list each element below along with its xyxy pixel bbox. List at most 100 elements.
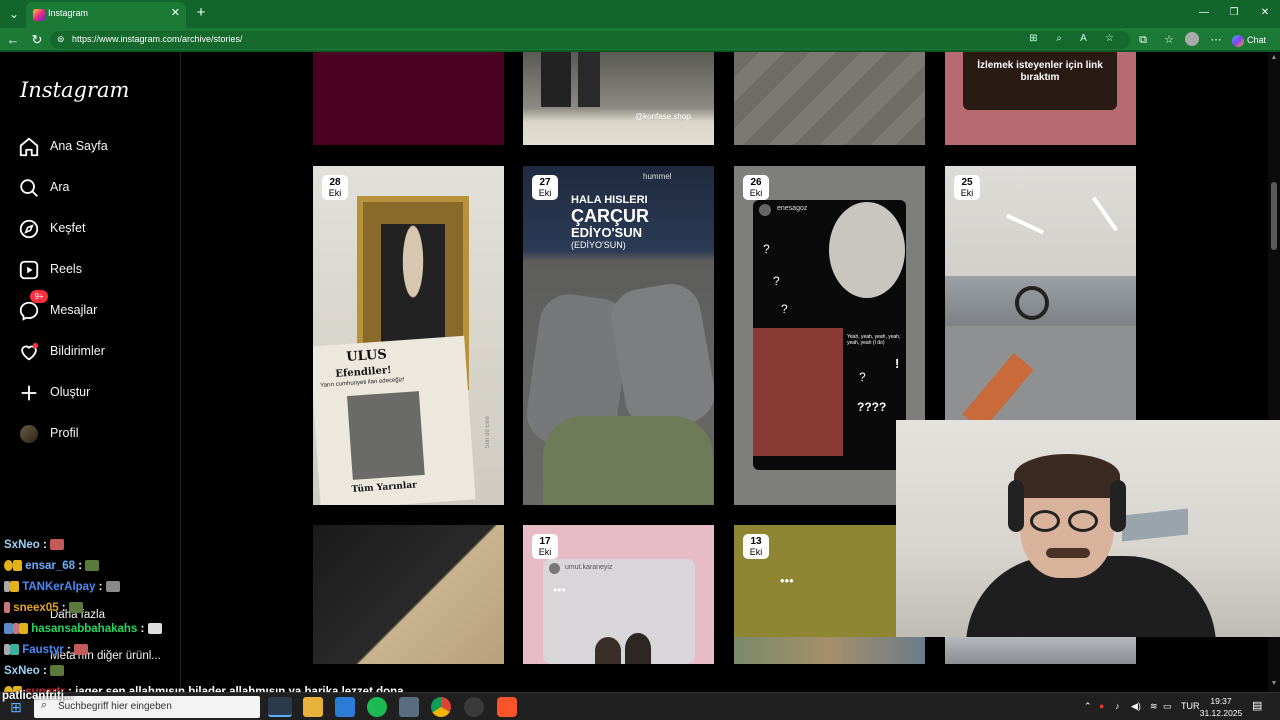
browser-tab-instagram[interactable]: Instagram ✕ xyxy=(26,2,186,28)
nav-label-create: Oluştur xyxy=(50,385,91,399)
wall-decor xyxy=(1122,508,1188,542)
story-date-badge: 26 Eki xyxy=(743,175,769,200)
tray-app-icon[interactable]: ● xyxy=(1099,701,1104,711)
messenger-icon xyxy=(19,301,39,321)
friends-photo xyxy=(753,328,843,456)
profile-avatar xyxy=(20,425,38,443)
nav-item-search[interactable]: Ara xyxy=(18,173,178,203)
extensions-icon[interactable]: ⧉ xyxy=(1134,31,1152,49)
newspaper-title: ULUS xyxy=(345,347,388,366)
story-brand: hummel xyxy=(643,172,672,181)
date-month: Eki xyxy=(328,188,342,198)
refresh-button[interactable]: ↻ xyxy=(28,31,46,49)
badge-icon xyxy=(4,623,13,635)
chat-message: ensar_68 : xyxy=(4,560,100,572)
scroll-thumb[interactable] xyxy=(1271,182,1277,250)
nav-item-profile[interactable]: Profil xyxy=(18,419,178,449)
notifications-icon[interactable]: ▤ xyxy=(1252,699,1262,712)
exclamation: ! xyxy=(895,356,900,371)
chat-message: sneex05 : xyxy=(4,602,83,614)
nav-item-notifications[interactable]: Bildirimler xyxy=(18,337,178,367)
chat-message: SxNeo : xyxy=(4,539,65,551)
story-tile-27[interactable]: hummel HALA HISLERI ÇARÇUR EDİYO'SUN (ED… xyxy=(523,166,714,505)
nav-item-create[interactable]: Oluştur xyxy=(18,378,178,408)
story-tile-row2-4[interactable] xyxy=(945,636,1136,664)
new-tab-button[interactable]: + xyxy=(192,4,210,22)
instagram-logo[interactable]: Instagram xyxy=(20,78,129,102)
heart-icon xyxy=(21,342,39,361)
file-explorer-icon[interactable] xyxy=(303,697,323,717)
date-day: 27 xyxy=(539,177,551,188)
story-date-badge: 17 Eki xyxy=(532,534,558,559)
story-photo-legs xyxy=(541,52,571,107)
restore-button[interactable]: ❐ xyxy=(1219,4,1249,22)
badge-icon xyxy=(19,623,28,635)
minimize-button[interactable]: — xyxy=(1189,4,1219,22)
date-month: Eki xyxy=(749,188,763,198)
brave-icon[interactable] xyxy=(497,697,517,717)
chat-username: Faustyr xyxy=(22,644,64,656)
network-icon[interactable]: ≋ xyxy=(1150,701,1158,712)
instagram-favicon-icon xyxy=(33,9,45,21)
chat-username: sneex05 xyxy=(13,602,59,614)
calculator-icon[interactable] xyxy=(399,697,419,717)
microphone-icon[interactable]: ♪ xyxy=(1115,701,1120,711)
story-tile-17[interactable]: umut.karaneyiz ••• 17 Eki xyxy=(523,525,714,664)
battery-icon[interactable]: ▭ xyxy=(1163,701,1172,712)
headset-left xyxy=(1008,480,1024,532)
story-tile-top-1[interactable] xyxy=(313,52,504,145)
nav-item-messages[interactable]: 9+ Mesajlar xyxy=(18,290,178,326)
date-day: 17 xyxy=(539,536,551,547)
profile-avatar-icon[interactable] xyxy=(1185,32,1199,46)
story-tile-28[interactable]: ULUS Efendiler! Yarın cumhuriyeti ilan e… xyxy=(313,166,504,505)
story-tile-top-4[interactable]: İzlemek isteyenler için link bıraktım xyxy=(945,52,1136,145)
mustache xyxy=(1046,548,1090,558)
date-day: 26 xyxy=(750,177,762,188)
more-menu-icon[interactable]: ⋯ xyxy=(1207,31,1225,49)
story-text-line2: ÇARÇUR xyxy=(571,206,649,226)
mirror-frame: umut.karaneyiz ••• xyxy=(543,559,695,664)
site-info-icon[interactable]: ⊜ xyxy=(57,34,65,45)
address-bar-action-icons[interactable]: ⊞ ⌕ A ☆ xyxy=(1029,33,1122,44)
repost-card: enesagoz ? ? ? Yeah, yeah, yeah, yeah, y… xyxy=(753,200,906,470)
home-icon xyxy=(19,137,39,157)
story-date-badge: 27 Eki xyxy=(532,175,558,200)
nav-label-search: Ara xyxy=(50,180,70,194)
nav-item-home[interactable]: Ana Sayfa xyxy=(18,132,178,162)
story-tile-top-3[interactable] xyxy=(734,52,925,145)
nav-item-explore[interactable]: Keşfet xyxy=(18,214,178,244)
close-window-button[interactable]: ✕ xyxy=(1250,4,1280,22)
chrome-icon[interactable] xyxy=(431,697,451,717)
story-tile-top-2[interactable]: @konfase.shop xyxy=(523,52,714,145)
date-day: 28 xyxy=(329,177,341,188)
story-date-badge: 13 Eki xyxy=(743,534,769,559)
back-button[interactable]: ← xyxy=(4,31,22,49)
question-mark-1: ? xyxy=(763,242,770,256)
favorites-icon[interactable]: ☆ xyxy=(1160,31,1178,49)
volume-icon[interactable]: ◀) xyxy=(1131,701,1141,712)
story-caption: İzlemek isteyenler için link bıraktım xyxy=(977,60,1103,83)
scroll-down-icon[interactable]: ▼ xyxy=(1268,680,1280,687)
story-text-line3: EDİYO'SUN xyxy=(571,225,642,240)
tab-actions-chevron-icon[interactable]: ⌄ xyxy=(4,4,24,24)
obs-icon[interactable] xyxy=(464,697,484,717)
badge-icon xyxy=(4,602,10,614)
edge-taskbar-icon[interactable] xyxy=(268,697,292,717)
story-photo-strip xyxy=(734,637,925,664)
nav-item-reels[interactable]: Reels xyxy=(18,255,178,285)
chat-message: hasansabbahakahs : xyxy=(4,623,162,635)
browser-toolbar: ← ↻ ⊜ https://www.instagram.com/archive/… xyxy=(0,28,1280,52)
person-head xyxy=(595,637,621,664)
tab-close-icon[interactable]: ✕ xyxy=(171,6,180,19)
scroll-up-icon[interactable]: ▲ xyxy=(1268,54,1280,61)
copilot-chat-button[interactable]: Chat xyxy=(1232,31,1276,49)
repost-username: umut.karaneyiz xyxy=(565,564,613,571)
taskbar-clock[interactable]: 19:37 31.12.2025 xyxy=(1196,695,1246,719)
store-icon[interactable] xyxy=(335,697,355,717)
newspaper-subheadline: Yarın cumhuriyeti ilan edeceğiz! xyxy=(320,377,405,389)
nav-label-explore: Keşfet xyxy=(50,221,86,235)
spotify-icon[interactable] xyxy=(367,697,387,717)
address-bar[interactable]: ⊜ https://www.instagram.com/archive/stor… xyxy=(50,31,1130,49)
stream-chat-overlay: Daha fazla Meta'nın diğer ürünl... SxNeo… xyxy=(0,536,460,706)
tray-chevron-icon[interactable]: ⌃ xyxy=(1084,701,1092,712)
